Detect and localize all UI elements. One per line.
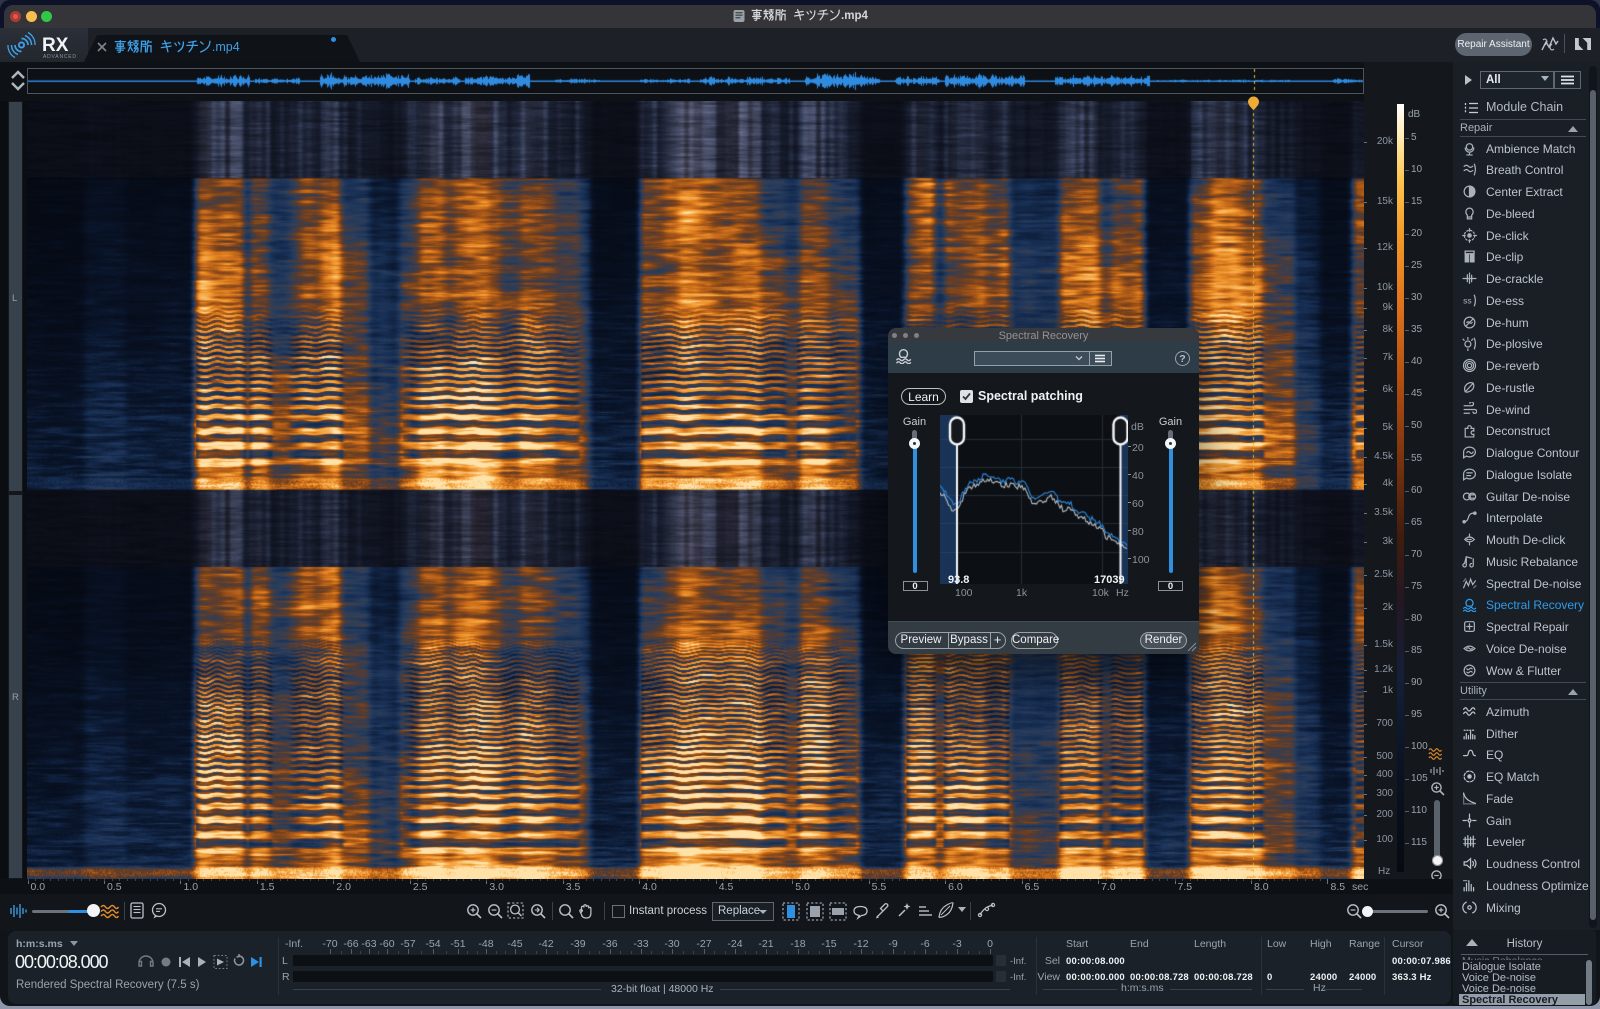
svg-text:RX: RX bbox=[42, 35, 69, 56]
svg-text:.mp4: .mp4 bbox=[841, 10, 868, 22]
svg-text:ADVANCED: ADVANCED bbox=[43, 54, 77, 60]
svg-text:ss: ss bbox=[1463, 295, 1472, 305]
svg-text:.mp4: .mp4 bbox=[212, 40, 240, 54]
